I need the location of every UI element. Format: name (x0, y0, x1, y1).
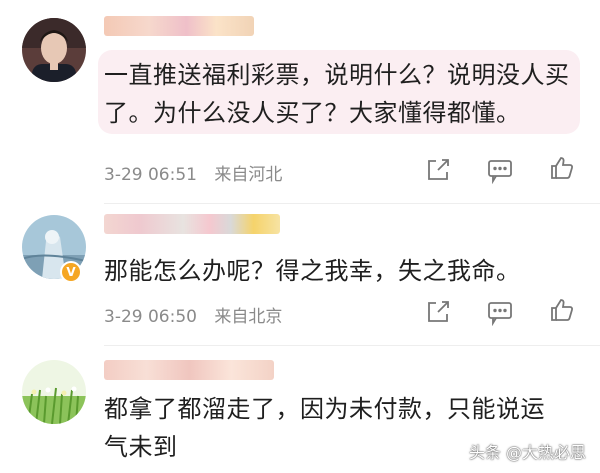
blurred-username[interactable] (104, 360, 274, 380)
avatar[interactable] (22, 360, 86, 424)
comment-item: 都拿了都溜走了，因为未付款，只能说运气未到 (0, 0, 600, 473)
watermark: 头条 @大热必思 (468, 443, 586, 462)
